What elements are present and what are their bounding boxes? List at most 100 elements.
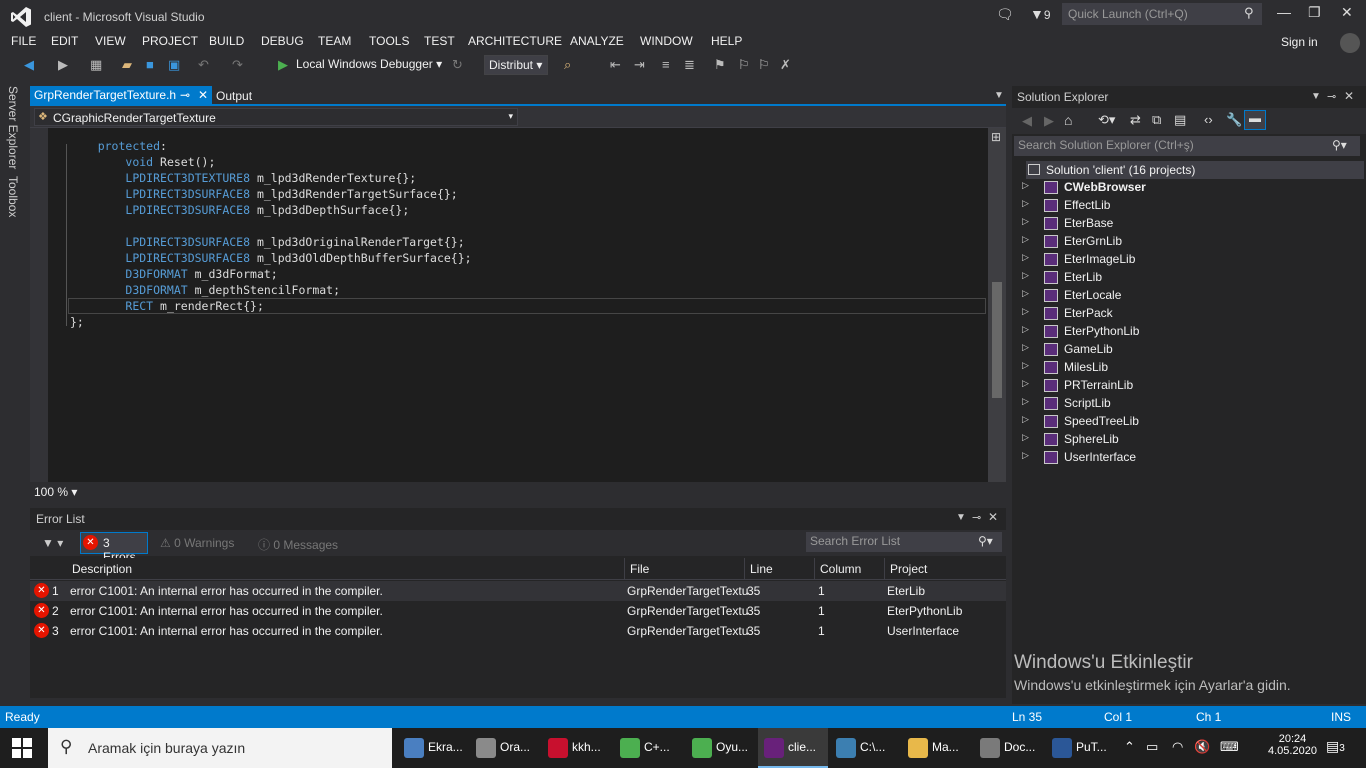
menu-test[interactable]: TEST (424, 34, 455, 48)
column-divider[interactable] (814, 558, 815, 580)
save-all-icon[interactable]: ▣ (168, 57, 180, 73)
solution-project-item[interactable]: ▷ EterPack (1022, 305, 1362, 323)
clear-bookmarks-icon[interactable]: ✗ (780, 57, 791, 73)
filter-icon[interactable]: ▼ ▾ (42, 536, 63, 550)
refresh-icon[interactable]: ↻ (452, 57, 463, 73)
solution-explorer-search-input[interactable]: Search Solution Explorer (Ctrl+ş) (1014, 136, 1360, 156)
solution-project-item[interactable]: ▷ SphereLib (1022, 431, 1362, 449)
windows-start-icon[interactable] (12, 738, 32, 758)
collapse-all-icon[interactable]: ⧉ (1152, 112, 1161, 128)
menu-window[interactable]: WINDOW (640, 34, 693, 48)
menu-analyze[interactable]: ANALYZE (570, 34, 624, 48)
menu-help[interactable]: HELP (711, 34, 742, 48)
new-project-icon[interactable]: ▦ (90, 57, 102, 73)
expand-arrow-icon[interactable]: ▷ (1022, 342, 1029, 353)
maximize-button[interactable]: ❐ (1308, 4, 1321, 21)
save-icon[interactable]: ■ (146, 57, 154, 72)
taskbar-app[interactable]: C:\... (830, 728, 900, 768)
solution-project-item[interactable]: ▷ EterPythonLib (1022, 323, 1362, 341)
toolbox-tab[interactable]: Toolbox (6, 176, 20, 217)
server-explorer-tab[interactable]: Server Explorer (6, 86, 20, 169)
tab-output[interactable]: Output (216, 89, 252, 103)
error-row[interactable]: ✕ 2 error C1001: An internal error has occ… (30, 601, 1006, 621)
menu-edit[interactable]: EDIT (51, 34, 78, 48)
next-bookmark-icon[interactable]: ⚐ (758, 57, 770, 73)
local-windows-debugger-button[interactable]: Local Windows Debugger ▾ (278, 57, 442, 71)
messages-filter-button[interactable]: ⓘ 0 Messages (258, 536, 338, 553)
redo-icon[interactable]: ↷ (232, 57, 243, 73)
panel-close-icon[interactable]: ✕ (988, 510, 998, 524)
expand-arrow-icon[interactable]: ▷ (1022, 396, 1029, 407)
expand-arrow-icon[interactable]: ▷ (1022, 180, 1029, 191)
column-line[interactable]: Line (750, 562, 773, 576)
comment-icon[interactable]: ≡ (662, 57, 670, 72)
sign-in-link[interactable]: Sign in (1281, 35, 1318, 49)
taskbar-app[interactable]: clie... (758, 728, 828, 768)
close-button[interactable]: ✕ (1341, 4, 1353, 21)
class-navigation-dropdown[interactable]: CGraphicRenderTargetTexture ▾ (34, 108, 518, 126)
column-column[interactable]: Column (820, 562, 861, 576)
expand-arrow-icon[interactable]: ▷ (1022, 234, 1029, 245)
column-description[interactable]: Description (72, 562, 132, 576)
panel-close-icon[interactable]: ✕ (1344, 89, 1354, 103)
error-row[interactable]: ✕ 3 error C1001: An internal error has occ… (30, 621, 1006, 641)
profile-icon[interactable] (1340, 33, 1360, 53)
tab-grprendertargettexture[interactable]: GrpRenderTargetTexture.h ⊸ ✕ (30, 86, 212, 104)
zoom-select[interactable]: 100 % ▾ (34, 485, 77, 499)
forward-icon[interactable]: ▶ (58, 57, 68, 73)
solution-project-item[interactable]: ▷ EterImageLib (1022, 251, 1362, 269)
forward-icon[interactable]: ▶ (1044, 113, 1054, 129)
expand-arrow-icon[interactable]: ▷ (1022, 324, 1029, 335)
expand-arrow-icon[interactable]: ▷ (1022, 198, 1029, 209)
back-icon[interactable]: ◀ (24, 57, 34, 73)
column-divider[interactable] (624, 558, 625, 580)
error-row[interactable]: ✕ 1 error C1001: An internal error has occ… (30, 581, 1006, 601)
error-list-search-input[interactable]: Search Error List (806, 532, 1002, 552)
action-center-icon[interactable]: ▤3 (1326, 738, 1345, 755)
expand-arrow-icon[interactable]: ▷ (1022, 414, 1029, 425)
editor-scroll-thumb[interactable] (992, 282, 1002, 398)
expand-arrow-icon[interactable]: ▷ (1022, 378, 1029, 389)
bookmark-icon[interactable]: ⚑ (714, 57, 726, 73)
menu-tools[interactable]: TOOLS (369, 34, 409, 48)
indent-icon[interactable]: ⇥ (634, 57, 645, 73)
solution-project-item[interactable]: ▷ MilesLib (1022, 359, 1362, 377)
feedback-icon[interactable]: 🗨 (996, 6, 1014, 23)
split-icon[interactable]: ⊞ (991, 130, 1001, 144)
solution-project-item[interactable]: ▷ SpeedTreeLib (1022, 413, 1362, 431)
wifi-icon[interactable]: ◠ (1172, 739, 1183, 755)
column-divider[interactable] (884, 558, 885, 580)
solution-project-item[interactable]: ▷ GameLib (1022, 341, 1362, 359)
properties-icon[interactable]: 🔧 (1226, 112, 1242, 128)
solution-project-item[interactable]: ▷ EterGrnLib (1022, 233, 1362, 251)
taskbar-app[interactable]: PuT... (1046, 728, 1116, 768)
minimize-button[interactable]: — (1277, 4, 1291, 20)
menu-architecture[interactable]: ARCHITECTURE (468, 34, 562, 48)
show-all-files-icon[interactable]: ▤ (1174, 112, 1186, 128)
expand-arrow-icon[interactable]: ▷ (1022, 288, 1029, 299)
quick-launch-input[interactable]: Quick Launch (Ctrl+Q) (1062, 3, 1262, 25)
view-code-icon[interactable]: ‹› (1204, 112, 1213, 127)
menu-file[interactable]: FILE (11, 34, 36, 48)
solution-project-item[interactable]: ▷ PRTerrainLib (1022, 377, 1362, 395)
panel-pin-icon[interactable]: ⊸ (972, 511, 981, 524)
panel-menu-icon[interactable]: ▼ (956, 512, 966, 523)
undo-icon[interactable]: ↶ (198, 57, 209, 73)
menu-view[interactable]: VIEW (95, 34, 126, 48)
pin-icon[interactable]: ⊸ (180, 88, 190, 102)
open-folder-icon[interactable]: ▰ (122, 57, 132, 73)
menu-team[interactable]: TEAM (318, 34, 351, 48)
solution-project-item[interactable]: ▷ EffectLib (1022, 197, 1362, 215)
tab-close-icon[interactable]: ✕ (198, 88, 208, 102)
solution-project-item[interactable]: ▷ CWebBrowser (1022, 179, 1362, 197)
expand-arrow-icon[interactable]: ▷ (1022, 432, 1029, 443)
menu-build[interactable]: BUILD (209, 34, 244, 48)
expand-arrow-icon[interactable]: ▷ (1022, 450, 1029, 461)
expand-arrow-icon[interactable]: ▷ (1022, 216, 1029, 227)
expand-arrow-icon[interactable]: ▷ (1022, 306, 1029, 317)
taskbar-app[interactable]: Doc... (974, 728, 1044, 768)
preview-icon[interactable]: ▬ (1244, 110, 1266, 130)
taskbar-clock[interactable]: 20:24 4.05.2020 (1268, 733, 1317, 757)
errors-filter-button[interactable]: ✕ 3 Errors (80, 532, 148, 564)
step-icon[interactable]: ⇤ (610, 57, 621, 73)
